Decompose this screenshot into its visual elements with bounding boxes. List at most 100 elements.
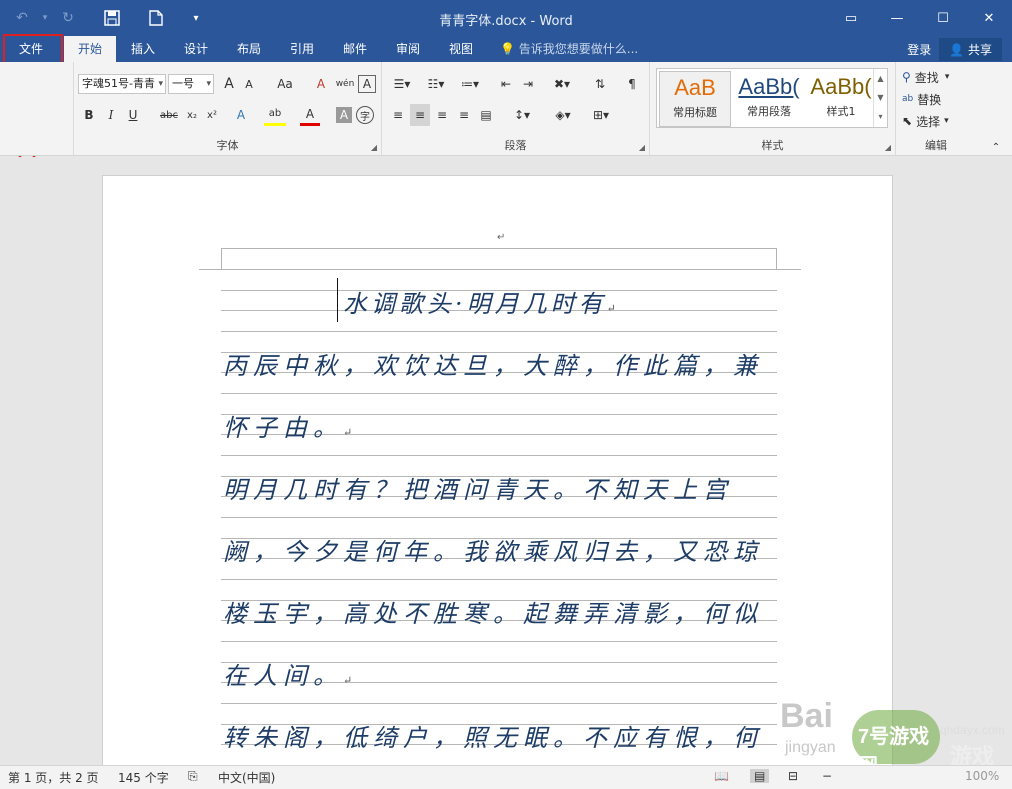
tab-review[interactable]: 审阅 (382, 36, 434, 62)
baidu-watermark: Bai (780, 697, 833, 735)
font-name-combo[interactable]: 字魂51号-青青 (78, 74, 166, 94)
rule-line (221, 455, 777, 456)
enclose-characters-button[interactable]: 字 (356, 106, 374, 124)
word-count[interactable]: 145 个字 (118, 769, 169, 786)
change-case-button[interactable]: Aa (270, 73, 300, 95)
print-layout-icon[interactable]: ▤ (750, 769, 770, 783)
align-center-icon[interactable]: ≡ (410, 104, 430, 126)
document-line: 明月几时有？把酒问青天。不知天上宫 (223, 476, 733, 504)
zoom-level[interactable]: 100% (965, 769, 999, 783)
paragraph-dialog-launcher-icon[interactable]: ◢ (639, 143, 645, 152)
tab-mailings[interactable]: 邮件 (330, 36, 380, 62)
align-right-icon[interactable]: ≡ (432, 104, 452, 126)
italic-button[interactable]: I (102, 104, 120, 126)
multilevel-list-icon[interactable]: ≔▾ (456, 73, 484, 95)
tell-me-box[interactable]: 💡 告诉我您想要做什么... (500, 36, 638, 62)
proofing-icon[interactable]: ⎘ (188, 769, 198, 784)
distributed-icon[interactable]: ▤ (476, 104, 496, 126)
header-line (777, 269, 801, 270)
chevron-down-icon: ▾ (944, 72, 950, 82)
font-size-combo[interactable]: 一号 (168, 74, 214, 94)
sort-icon[interactable]: ⇅ (590, 73, 610, 95)
numbering-icon[interactable]: ☷▾ (422, 73, 450, 95)
phonetic-guide-button[interactable]: wén (334, 73, 356, 95)
scroll-down-icon[interactable]: ▼ (874, 88, 887, 107)
styles-scroll[interactable]: ▲ ▼ ▾ (873, 69, 887, 127)
tab-references[interactable]: 引用 (276, 36, 328, 62)
tab-view[interactable]: 视图 (436, 36, 486, 62)
document-title-text: 水调歌头·明月几时有 (343, 290, 607, 318)
tab-insert[interactable]: 插入 (118, 36, 168, 62)
rule-line (221, 703, 777, 704)
close-button[interactable]: ✕ (966, 0, 1012, 36)
header-region[interactable] (221, 248, 777, 270)
more-styles-icon[interactable]: ▾ (874, 107, 887, 126)
increase-indent-icon[interactable]: ⇥ (518, 73, 538, 95)
borders-icon[interactable]: ⊞▾ (586, 104, 616, 126)
group-paragraph-label: 段落 (504, 139, 527, 152)
decrease-indent-icon[interactable]: ⇤ (496, 73, 516, 95)
clear-formatting-button[interactable]: A (312, 73, 330, 95)
styles-dialog-launcher-icon[interactable]: ◢ (885, 143, 891, 152)
text-effects-button[interactable]: A (230, 104, 252, 126)
align-left-icon[interactable]: ≡ (388, 104, 408, 126)
style-item-heading[interactable]: AaB 常用标题 (659, 71, 731, 127)
subscript-button[interactable]: x₂ (182, 104, 202, 126)
tab-design[interactable]: 设计 (170, 36, 222, 62)
sign-in-link[interactable]: 登录 (907, 41, 931, 58)
document-area: ↵ 水调歌头·明月几时有↵ 丙辰中秋，欢饮达旦，大醉，作此篇，兼 怀子由。↵ 明… (0, 157, 1012, 765)
superscript-button[interactable]: x² (202, 104, 222, 126)
chinese-layout-icon[interactable]: ✖▾ (548, 73, 576, 95)
style-item-paragraph[interactable]: AaBb( 常用段落 (733, 71, 805, 127)
group-paragraph: ☰▾ ☷▾ ≔▾ ⇤ ⇥ ✖▾ ⇅ ¶ ≡ ≡ ≡ ≡ ▤ ↕▾ ◈▾ ⊞▾ 段… (382, 62, 650, 156)
read-mode-icon[interactable]: 📖 (714, 769, 729, 783)
minimize-button[interactable]: — (874, 0, 920, 36)
window-controls: ▭ — ☐ ✕ (828, 0, 1012, 36)
underline-button[interactable]: U (124, 104, 142, 126)
restore-button[interactable]: ☐ (920, 0, 966, 36)
character-border-button[interactable]: A (358, 75, 376, 93)
strikethrough-button[interactable]: abc (156, 104, 182, 126)
group-font-label: 字体 (216, 139, 239, 152)
group-clipboard (0, 62, 74, 156)
group-editing: ⚲ 查找 ▾ ab 替换 ⬉ 选择 ▾ 编辑 (896, 62, 976, 156)
web-layout-icon[interactable]: ⊟ (788, 769, 798, 783)
select-button[interactable]: ⬉ 选择 ▾ (902, 110, 968, 132)
page-indicator[interactable]: 第 1 页，共 2 页 (8, 769, 99, 786)
collapse-ribbon-icon[interactable]: ⌃ (988, 136, 1004, 158)
select-label: 选择 (916, 114, 941, 129)
group-font: 字魂51号-青青 一号 A A Aa A wén A B I U abc x₂ … (74, 62, 382, 156)
highlight-color-button[interactable]: ab (264, 104, 286, 126)
show-marks-icon[interactable]: ¶ (622, 73, 642, 95)
group-editing-label: 编辑 (925, 139, 947, 152)
shrink-font-button[interactable]: A (240, 73, 258, 95)
tab-layout[interactable]: 布局 (224, 36, 274, 62)
style-name: 常用段落 (747, 105, 791, 118)
zoom-out-icon[interactable]: − (822, 769, 832, 783)
document-line: 楼玉宇，高处不胜寒。起舞弄清影，何似 (223, 600, 763, 628)
find-button[interactable]: ⚲ 查找 ▾ (902, 66, 968, 88)
justify-icon[interactable]: ≡ (454, 104, 474, 126)
language-indicator[interactable]: 中文(中国) (218, 769, 275, 786)
ribbon-display-options-icon[interactable]: ▭ (828, 0, 874, 36)
scroll-up-icon[interactable]: ▲ (874, 69, 887, 88)
ribbon: 字魂51号-青青 一号 A A Aa A wén A B I U abc x₂ … (0, 62, 1012, 156)
font-color-button[interactable]: A (300, 104, 320, 126)
document-line: 丙辰中秋，欢饮达旦，大醉，作此篇，兼 (223, 352, 763, 380)
site-url-watermark: qhdayx.com (940, 723, 1005, 737)
character-shading-button[interactable]: A (336, 107, 352, 123)
font-dialog-launcher-icon[interactable]: ◢ (371, 143, 377, 152)
grow-font-button[interactable]: A (220, 73, 238, 95)
tab-home[interactable]: 开始 (64, 36, 116, 62)
share-button[interactable]: 👤 共享 (939, 37, 1002, 61)
document-page[interactable]: ↵ 水调歌头·明月几时有↵ 丙辰中秋，欢饮达旦，大醉，作此篇，兼 怀子由。↵ 明… (102, 175, 893, 765)
replace-button[interactable]: ab 替换 (902, 88, 968, 110)
bullets-icon[interactable]: ☰▾ (388, 73, 416, 95)
shading-icon[interactable]: ◈▾ (548, 104, 578, 126)
line-spacing-icon[interactable]: ↕▾ (508, 104, 536, 126)
style-sample: AaBb( (738, 74, 800, 99)
bold-button[interactable]: B (80, 104, 98, 126)
style-item-style1[interactable]: AaBb( 样式1 (805, 71, 877, 127)
rule-line (221, 331, 777, 332)
site-logo-icon: 7号游戏网 (852, 710, 940, 765)
